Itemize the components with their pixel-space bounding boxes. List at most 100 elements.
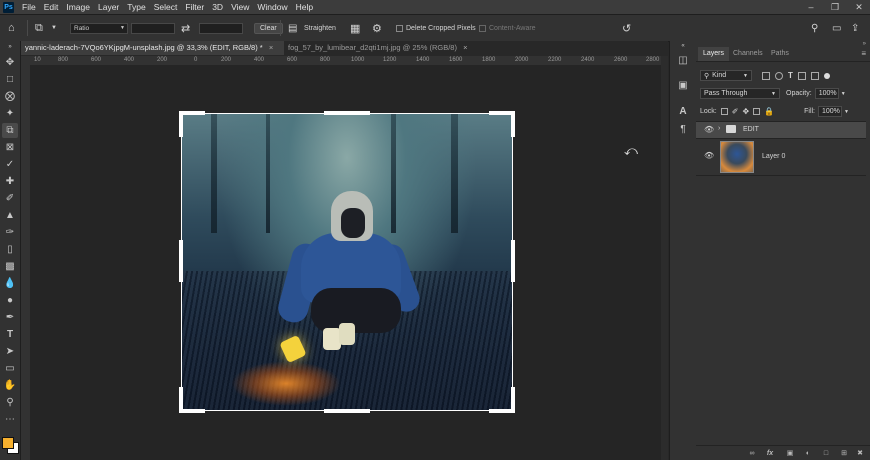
workspace-icon[interactable]: ▭ [832, 15, 841, 41]
healing-brush-tool-icon[interactable]: ✚ [2, 174, 18, 189]
visibility-eye-icon[interactable]: 👁 [704, 125, 714, 134]
layer-filter-select[interactable]: ⚲ Kind ▼ [700, 70, 752, 81]
tab-fog-57[interactable]: fog_57_by_lumibear_d2qti1mj.jpg @ 25% (R… [284, 41, 471, 55]
content-aware-checkbox[interactable] [479, 24, 486, 32]
menu-help[interactable]: Help [292, 2, 317, 12]
chevron-down-icon[interactable]: ▼ [841, 91, 846, 97]
crop-handle-right[interactable] [511, 240, 515, 282]
visibility-eye-icon[interactable]: 👁 [704, 151, 714, 160]
width-input[interactable] [131, 22, 175, 34]
close-icon[interactable]: ✕ [848, 0, 870, 14]
link-layers-icon[interactable]: ∞ [748, 450, 756, 458]
blur-tool-icon[interactable]: 💧 [2, 276, 18, 291]
tab-paths[interactable]: Paths [766, 47, 794, 61]
lock-position-icon[interactable]: ✥ [742, 107, 749, 116]
menu-3d[interactable]: 3D [208, 2, 227, 12]
lock-transparent-icon[interactable] [720, 108, 728, 115]
fill-input[interactable]: 100% [818, 106, 842, 117]
gradient-tool-icon[interactable]: ▩ [2, 259, 18, 274]
menu-view[interactable]: View [227, 2, 253, 12]
menu-layer[interactable]: Layer [94, 2, 123, 12]
crop-handle-top-right[interactable] [511, 111, 515, 137]
chevron-down-icon[interactable]: ▼ [51, 15, 57, 41]
menu-image[interactable]: Image [62, 2, 94, 12]
move-tool-icon[interactable]: ✥ [2, 55, 18, 70]
lock-image-icon[interactable]: ✐ [732, 107, 739, 116]
quick-selection-tool-icon[interactable]: ✦ [2, 106, 18, 121]
marquee-tool-icon[interactable]: □ [2, 72, 18, 87]
crop-handle-bottom-left[interactable] [179, 387, 183, 413]
crop-tool-icon[interactable]: ⧉ [2, 123, 18, 138]
opacity-input[interactable]: 100% [814, 88, 839, 99]
tab-yannic-laderach[interactable]: yannic-laderach-7VQo6YKjpgM-unsplash.jpg… [21, 41, 284, 55]
crop-handle-bottom-right[interactable] [511, 387, 515, 413]
restore-icon[interactable]: ❐ [824, 0, 846, 14]
history-panel-icon[interactable]: ◫ [676, 54, 690, 68]
layer-style-icon[interactable]: fx [766, 450, 774, 458]
pixel-filter-icon[interactable] [762, 71, 770, 80]
lock-all-icon[interactable]: 🔒 [764, 107, 774, 116]
canvas-scrollbar[interactable] [661, 56, 668, 460]
type-tool-icon[interactable]: T [2, 327, 18, 342]
more-tools-icon[interactable]: ⋯ [2, 412, 18, 427]
clone-stamp-tool-icon[interactable]: ▲ [2, 208, 18, 223]
character-panel-icon[interactable]: A [676, 105, 690, 119]
filter-toggle-icon[interactable] [823, 72, 830, 79]
menu-window[interactable]: Window [253, 2, 291, 12]
menu-filter[interactable]: Filter [181, 2, 208, 12]
height-input[interactable] [199, 22, 243, 34]
chevron-right-icon[interactable]: › [718, 125, 720, 132]
crop-handle-bottom[interactable] [324, 409, 370, 413]
brush-tool-icon[interactable]: ✐ [2, 191, 18, 206]
layer-row-layer-0[interactable]: 👁 Layer 0 [696, 139, 866, 176]
swap-icon[interactable]: ⇄ [181, 15, 190, 41]
shape-filter-icon[interactable] [797, 71, 806, 80]
photoshop-logo[interactable]: Ps [3, 1, 14, 13]
delete-layer-icon[interactable]: ✖ [856, 450, 864, 458]
lasso-tool-icon[interactable]: ⨂ [2, 89, 18, 104]
type-filter-icon[interactable]: T [788, 71, 793, 80]
add-mask-icon[interactable]: ▣ [786, 450, 794, 458]
blend-mode-select[interactable]: Pass Through ▼ [700, 88, 780, 99]
menu-type[interactable]: Type [123, 2, 149, 12]
menu-file[interactable]: File [18, 2, 40, 12]
new-group-icon[interactable]: □ [822, 450, 830, 458]
layer-row-edit[interactable]: 👁 › EDIT [696, 121, 866, 139]
straighten-label[interactable]: Straighten [304, 25, 336, 32]
rectangle-tool-icon[interactable]: ▭ [2, 361, 18, 376]
adjustments-panel-icon[interactable]: ▣ [676, 79, 690, 93]
crop-box[interactable] [181, 113, 513, 411]
zoom-tool-icon[interactable]: ⚲ [2, 395, 18, 410]
reset-icon[interactable]: ↺ [622, 15, 631, 41]
crop-handle-top-left[interactable] [179, 111, 183, 137]
pen-tool-icon[interactable]: ✒ [2, 310, 18, 325]
close-icon[interactable]: × [463, 43, 467, 52]
menu-edit[interactable]: Edit [40, 2, 63, 12]
history-brush-tool-icon[interactable]: ✑ [2, 225, 18, 240]
home-icon[interactable]: ⌂ [8, 15, 15, 41]
lock-artboard-icon[interactable] [753, 108, 761, 115]
crop-tool-preset-icon[interactable]: ⧉ [35, 15, 43, 41]
panel-menu-icon[interactable]: ≡ [861, 49, 866, 58]
hand-tool-icon[interactable]: ✋ [2, 378, 18, 393]
ratio-select[interactable]: Ratio ▼ [70, 22, 128, 34]
delete-cropped-checkbox[interactable] [396, 24, 403, 32]
adjustment-filter-icon[interactable] [775, 71, 783, 80]
adjustment-layer-icon[interactable]: ◐ [804, 450, 812, 458]
collapse-icon[interactable]: « [676, 42, 690, 50]
search-icon[interactable]: ⚲ [811, 15, 818, 41]
foreground-color-swatch[interactable] [2, 437, 14, 449]
crop-handle-top[interactable] [324, 111, 370, 115]
tab-layers[interactable]: Layers [698, 47, 730, 61]
dodge-tool-icon[interactable]: ● [2, 293, 18, 308]
minimize-icon[interactable]: – [800, 0, 822, 14]
gear-icon[interactable]: ⚙ [372, 15, 382, 41]
crop-handle-left[interactable] [179, 240, 183, 282]
eraser-tool-icon[interactable]: ▯ [2, 242, 18, 257]
path-selection-tool-icon[interactable]: ➤ [2, 344, 18, 359]
smart-object-filter-icon[interactable] [810, 71, 819, 80]
clear-button[interactable]: Clear [254, 22, 283, 34]
tab-channels[interactable]: Channels [728, 47, 768, 61]
straighten-icon[interactable]: ▤ [288, 15, 297, 41]
chevron-down-icon[interactable]: ▼ [844, 109, 849, 115]
